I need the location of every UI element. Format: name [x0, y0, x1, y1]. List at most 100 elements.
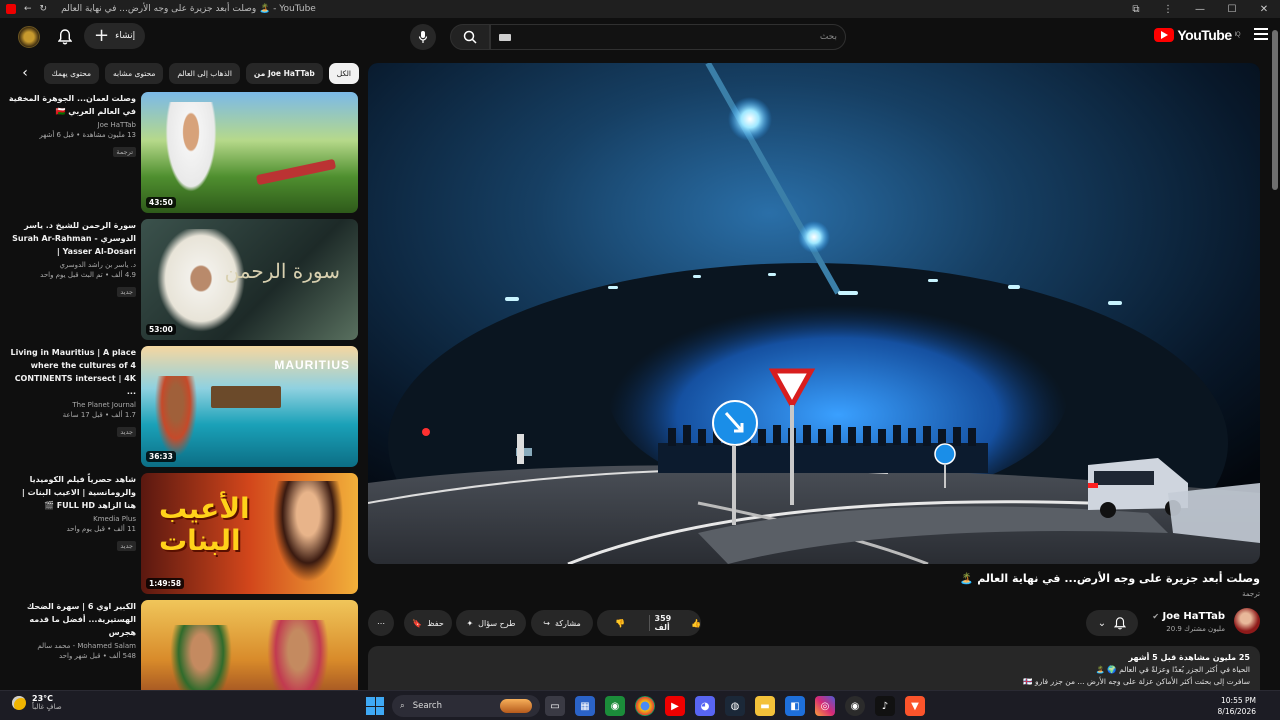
maximize-button[interactable]: ☐ — [1216, 4, 1248, 15]
windows-start-icon[interactable] — [366, 697, 384, 715]
rec-item[interactable]: الكبير اوي 6 | سهرة الضحك الهستيرية... أ… — [8, 600, 358, 690]
channel-avatar[interactable] — [1234, 608, 1260, 634]
channel-name-text: Joe HaTTab — [1162, 611, 1225, 622]
search-button[interactable] — [450, 24, 490, 50]
obs-icon[interactable]: ◉ — [845, 696, 865, 716]
taskbar-search[interactable]: ⌕ Search — [392, 695, 540, 717]
rec-thumbnail[interactable]: 43:50 — [141, 92, 358, 213]
close-button[interactable]: ✕ — [1248, 4, 1280, 15]
taskbar-apps: ▭ ▦ ◉ ▶ ◕ ◍ ▬ ◧ ◎ ◉ ♪ ▼ — [545, 696, 925, 716]
steam-icon[interactable]: ◍ — [725, 696, 745, 716]
chevron-left-icon[interactable]: ‹ — [14, 63, 36, 84]
description-line: سافرت إلى بحثت أكثر الأماكن عزلة على وجه… — [1023, 677, 1250, 686]
video-title: وصلت أبعد جزيرة على وجه الأرض... في نهاي… — [959, 572, 1260, 585]
create-label: إنشاء — [115, 31, 136, 41]
minimize-button[interactable]: — — [1184, 4, 1216, 15]
sparkle-icon: ✦ — [466, 618, 474, 628]
chrome-icon[interactable] — [635, 696, 655, 716]
rec-title[interactable]: Living in Mauritius | A place where the … — [8, 346, 137, 398]
task-view-icon[interactable]: ▭ — [545, 696, 565, 716]
rec-channel[interactable]: The Planet Journal — [8, 401, 136, 409]
rec-thumbnail[interactable]: الأعيب البنات 1:49:58 — [141, 473, 358, 594]
search-box — [490, 24, 846, 50]
search-highlight-icon — [500, 699, 532, 713]
chip-go-world[interactable]: الذهاب إلى العالم — [169, 62, 240, 84]
subscribed-button[interactable]: ⌄ — [1086, 610, 1138, 636]
video-frame — [368, 63, 1260, 564]
microphone-icon — [418, 31, 428, 43]
keyboard-icon[interactable] — [499, 33, 511, 41]
chip-interests[interactable]: محتوى يهمك — [43, 62, 100, 84]
rec-item[interactable]: سورة الرحمن 53:00 سورة الرحمن للشيخ د. ي… — [8, 219, 358, 345]
weather-widget[interactable]: 23°C صافٍ غالباً — [12, 694, 62, 711]
rec-channel[interactable]: Mohamed Salam - محمد سالم — [8, 642, 136, 650]
rec-item[interactable]: MAURITIUS 36:33 Living in Mauritius | A … — [8, 346, 358, 472]
rec-item[interactable]: 43:50 وصلت لعمان... الجوهرة المخفية في ا… — [8, 92, 358, 218]
thumbs-up-icon: 👍 — [691, 618, 701, 628]
bell-icon — [58, 29, 72, 45]
rec-title[interactable]: شاهد حصرياً فيلم الكوميديا والرومانسية |… — [8, 473, 136, 512]
system-clock[interactable]: 10:55 PM 8/16/2026 — [1218, 695, 1256, 717]
youtube-logo[interactable]: YouTube IQ — [1154, 27, 1241, 43]
tiktok-icon[interactable]: ♪ — [875, 696, 895, 716]
chip-all[interactable]: الكل — [328, 62, 359, 84]
dislike-button[interactable]: 👎 — [597, 610, 644, 636]
rec-title[interactable]: الكبير اوي 6 | سهرة الضحك الهستيرية... أ… — [8, 600, 136, 639]
back-icon[interactable]: ← — [24, 4, 32, 14]
rec-channel[interactable]: د. ياسر بن راشد الدوسري — [8, 261, 136, 269]
duration-badge: 36:33 — [146, 451, 176, 462]
page-scrollbar[interactable] — [1272, 30, 1278, 190]
rec-stats: 4.9 ألف • تم البث قبل يوم واحد — [40, 271, 136, 279]
hamburger-menu-icon[interactable] — [1254, 28, 1268, 43]
notifications-button[interactable] — [54, 26, 76, 48]
save-button[interactable]: 🔖 حفظ — [404, 610, 452, 636]
channel-name[interactable]: ✔ Joe HaTTab — [1152, 611, 1225, 622]
rec-channel[interactable]: Kmedia Plus — [8, 515, 136, 523]
share-button[interactable]: ↪ مشاركة — [531, 610, 593, 636]
editor-icon[interactable]: ◧ — [785, 696, 805, 716]
account-avatar[interactable] — [18, 26, 40, 48]
rec-item[interactable]: الأعيب البنات 1:49:58 شاهد حصرياً فيلم ال… — [8, 473, 358, 599]
video-player[interactable] — [368, 63, 1260, 564]
reload-icon[interactable]: ↻ — [40, 4, 48, 14]
youtube-favicon-icon — [6, 4, 16, 14]
menu-dots-icon[interactable]: ⋮ — [1152, 4, 1184, 15]
share-icon: ↪ — [543, 618, 550, 628]
ask-label: طرح سؤال — [478, 618, 516, 628]
chip-from-channel[interactable]: من Joe HaTTab — [245, 62, 323, 84]
chip-similar[interactable]: محتوى مشابه — [105, 62, 164, 84]
xbox-icon[interactable]: ◉ — [605, 696, 625, 716]
file-explorer-icon[interactable]: ▬ — [755, 696, 775, 716]
bell-icon — [1114, 616, 1127, 629]
recommendations-list: 43:50 وصلت لعمان... الجوهرة المخفية في ا… — [8, 92, 358, 691]
description-box[interactable]: 25 مليون مشاهدة قبل 5 أشهر الحياة في أكث… — [368, 646, 1260, 696]
rec-thumbnail[interactable]: سورة الرحمن 53:00 — [141, 219, 358, 340]
rec-thumbnail[interactable]: MAURITIUS 36:33 — [141, 346, 358, 467]
taskbar-search-label: Search — [412, 701, 442, 711]
rec-title[interactable]: وصلت لعمان... الجوهرة المخفية في العالم … — [8, 92, 136, 118]
subtitle-badge: ترجمة — [1242, 590, 1260, 598]
instagram-icon[interactable]: ◎ — [815, 696, 835, 716]
rec-channel[interactable]: Joe HaTTab — [8, 121, 136, 129]
more-actions-button[interactable]: ⋯ — [368, 610, 394, 636]
rec-badge: ترجمة — [113, 147, 136, 157]
store-icon[interactable]: ▦ — [575, 696, 595, 716]
brave-icon[interactable]: ▼ — [905, 696, 925, 716]
voice-search-button[interactable] — [410, 24, 436, 50]
logo-text: YouTube — [1177, 27, 1232, 43]
rec-thumbnail[interactable] — [141, 600, 358, 690]
like-button[interactable]: 359 ألف 👍 — [655, 610, 702, 636]
subscriber-count: 20.9 مليون مشترك — [1166, 625, 1225, 633]
rec-stats: 11 ألف • قبل يوم واحد — [66, 525, 137, 533]
rec-title[interactable]: سورة الرحمن للشيخ د. ياسر الدوسري - Sura… — [8, 219, 136, 258]
discord-icon[interactable]: ◕ — [695, 696, 715, 716]
ask-button[interactable]: ✦ طرح سؤال — [456, 610, 526, 636]
create-button[interactable]: + إنشاء — [84, 23, 146, 49]
extensions-icon[interactable]: ⧉ — [1120, 4, 1152, 15]
youtube-app-icon[interactable]: ▶ — [665, 696, 685, 716]
browser-titlebar: ← ↻ وصلت أبعد جزيرة على وجه الأرض... في … — [0, 0, 1280, 18]
description-line: الحياة في أكثر الجزر بُعدًا وعزلةً في ال… — [1095, 665, 1250, 674]
search-input[interactable] — [517, 32, 837, 42]
filter-chips: الكل من Joe HaTTab الذهاب إلى العالم محت… — [14, 62, 359, 84]
thumbs-down-icon: 👎 — [615, 618, 626, 628]
